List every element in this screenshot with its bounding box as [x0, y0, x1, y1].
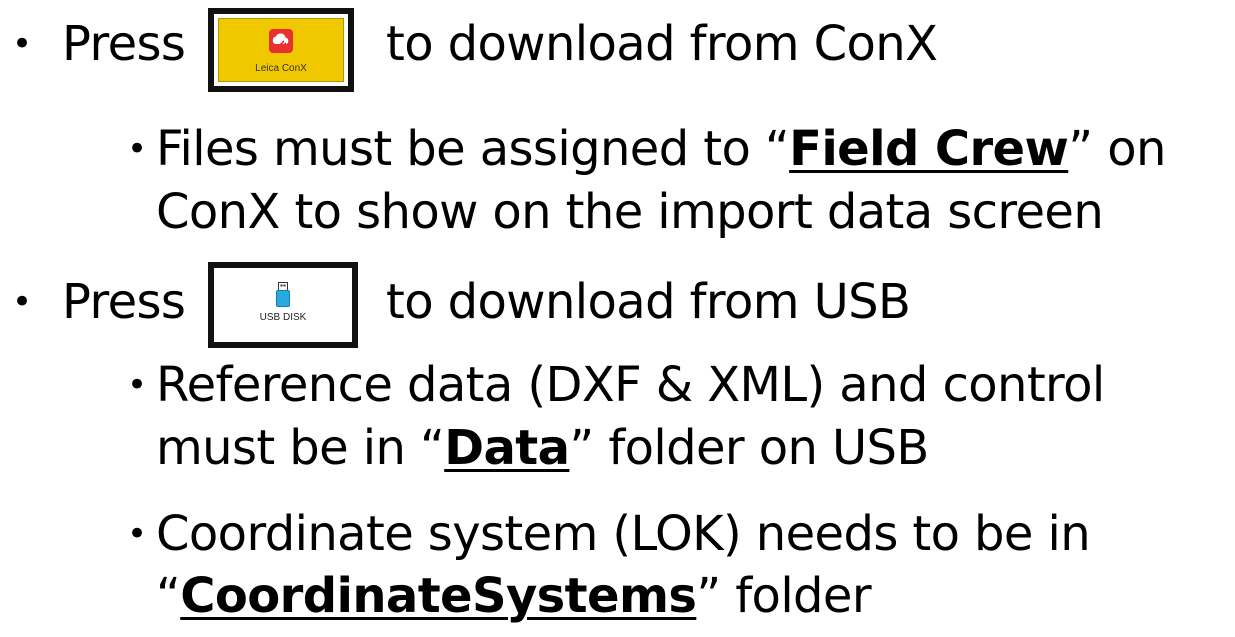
usb-disk-button[interactable]: USB DISK — [208, 262, 358, 348]
data-folder-emphasis: Data — [444, 420, 570, 476]
bullet-point: • — [12, 24, 33, 64]
field-crew-requirement-line2: ConX to show on the import data screen — [156, 184, 1104, 240]
coordinate-systems-folder-emphasis: CoordinateSystems — [180, 568, 697, 624]
usb-disk-button-label: USB DISK — [259, 312, 307, 323]
download-conx-text: to download from ConX — [386, 16, 938, 72]
sub-bullet-point: • — [127, 365, 148, 405]
download-usb-text: to download from USB — [386, 274, 911, 330]
leica-conx-cloud-icon — [269, 29, 293, 53]
press-text: Press — [62, 274, 186, 330]
reference-data-line2: must be in “Data” folder on USB — [156, 420, 929, 476]
sub-bullet-point: • — [127, 514, 148, 554]
leica-conx-button-label: Leica ConX — [255, 63, 307, 74]
coordinate-system-line2: “CoordinateSystems” folder — [156, 568, 872, 624]
press-text: Press — [62, 16, 186, 72]
coordinate-system-line1: Coordinate system (LOK) needs to be in — [156, 506, 1091, 562]
sub-bullet-point: • — [127, 129, 148, 169]
field-crew-requirement-line1: Files must be assigned to “Field Crew” o… — [156, 121, 1166, 177]
bullet-point: • — [12, 282, 33, 322]
usb-drive-icon — [276, 282, 290, 307]
field-crew-emphasis: Field Crew — [789, 121, 1069, 177]
leica-conx-button[interactable]: Leica ConX — [208, 8, 354, 92]
slide: • Press Leica ConX to download from ConX… — [0, 0, 1235, 637]
reference-data-line1: Reference data (DXF & XML) and control — [156, 357, 1105, 413]
